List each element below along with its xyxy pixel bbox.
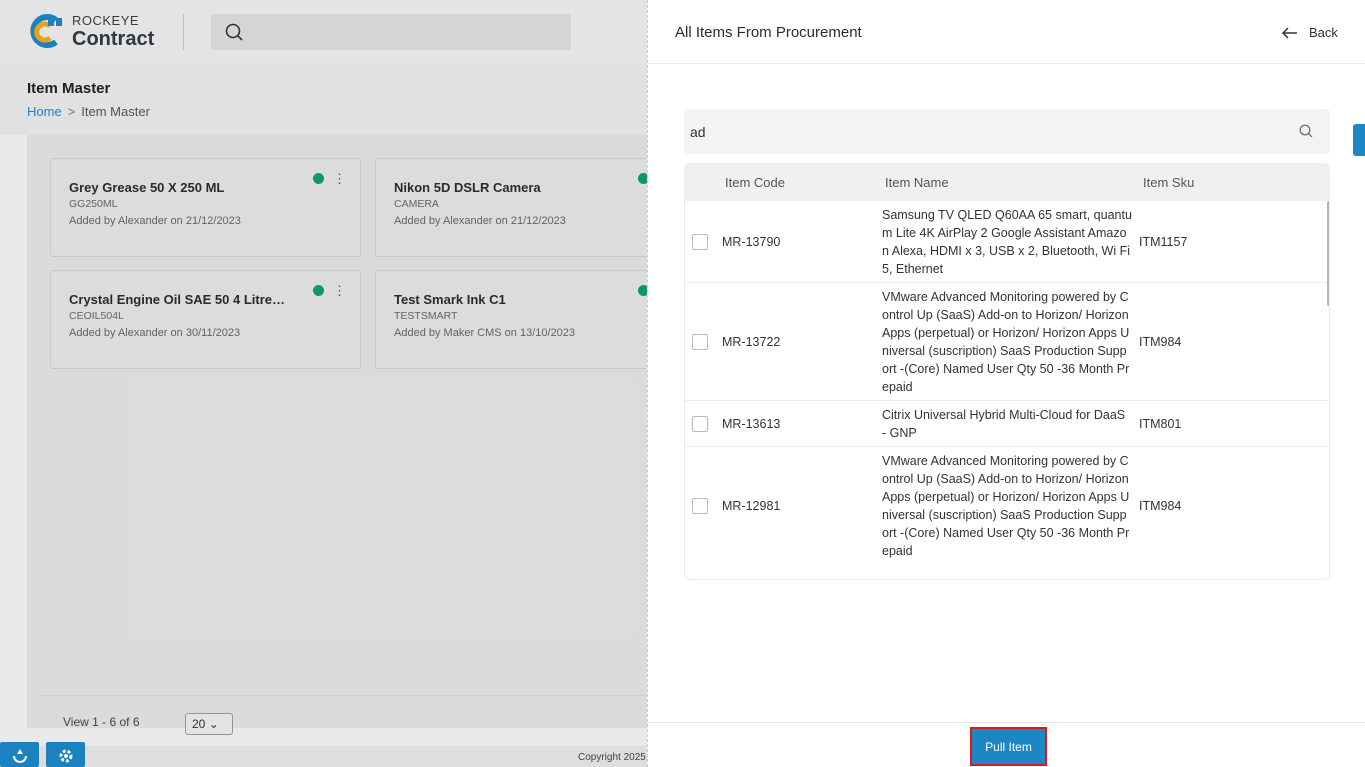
item-name-cell: Samsung TV QLED Q60AA 65 smart, quantum … xyxy=(882,208,1132,276)
back-label: Back xyxy=(1309,25,1338,40)
item-code-cell: MR-13790 xyxy=(722,235,781,249)
item-sku-cell: ITM984 xyxy=(1139,499,1182,513)
row-checkbox[interactable] xyxy=(692,498,708,514)
drawer-header: All Items From Procurement Back xyxy=(648,0,1365,64)
table-scrollbar[interactable] xyxy=(1327,201,1329,306)
item-name-cell: Citrix Universal Hybrid Multi-Cloud for … xyxy=(882,408,1126,440)
column-header-item-code: Item Code xyxy=(725,175,785,190)
table-row[interactable]: MR-12981 VMware Advanced Monitoring powe… xyxy=(685,447,1327,577)
item-code-cell: MR-13613 xyxy=(722,417,781,431)
pull-item-button[interactable]: Pull Item xyxy=(970,727,1047,766)
side-tab[interactable] xyxy=(1353,124,1365,156)
row-checkbox[interactable] xyxy=(692,234,708,250)
back-button[interactable]: Back xyxy=(1282,25,1338,40)
table-body: MR-13790 Samsung TV QLED Q60AA 65 smart,… xyxy=(685,201,1329,579)
item-name-cell: VMware Advanced Monitoring powered by Co… xyxy=(882,290,1130,394)
drawer-footer: Pull Item xyxy=(648,722,1365,767)
procurement-items-drawer: All Items From Procurement Back Item Cod… xyxy=(647,0,1365,767)
table-header: Item Code Item Name Item Sku xyxy=(685,164,1329,201)
item-sku-cell: ITM984 xyxy=(1139,335,1182,349)
column-header-item-sku: Item Sku xyxy=(1143,175,1195,190)
arrow-left-icon xyxy=(1282,27,1297,39)
table-row[interactable]: MR-13613 Citrix Universal Hybrid Multi-C… xyxy=(685,401,1327,447)
row-checkbox[interactable] xyxy=(692,416,708,432)
item-search-box xyxy=(684,109,1330,154)
item-sku-cell: ITM1157 xyxy=(1139,235,1188,249)
column-header-item-name: Item Name xyxy=(885,175,949,190)
search-icon[interactable] xyxy=(1299,124,1313,138)
item-code-cell: MR-13722 xyxy=(722,335,781,349)
drawer-title: All Items From Procurement xyxy=(675,24,862,41)
row-checkbox[interactable] xyxy=(692,334,708,350)
item-search-input[interactable] xyxy=(690,122,1280,142)
table-row[interactable]: MR-13790 Samsung TV QLED Q60AA 65 smart,… xyxy=(685,201,1327,283)
item-code-cell: MR-12981 xyxy=(722,499,781,513)
table-row[interactable]: MR-13722 VMware Advanced Monitoring powe… xyxy=(685,283,1327,401)
item-sku-cell: ITM801 xyxy=(1139,417,1182,431)
items-table: Item Code Item Name Item Sku MR-13790 Sa… xyxy=(684,163,1330,580)
item-name-cell: VMware Advanced Monitoring powered by Co… xyxy=(882,454,1130,558)
modal-overlay[interactable] xyxy=(0,0,647,767)
